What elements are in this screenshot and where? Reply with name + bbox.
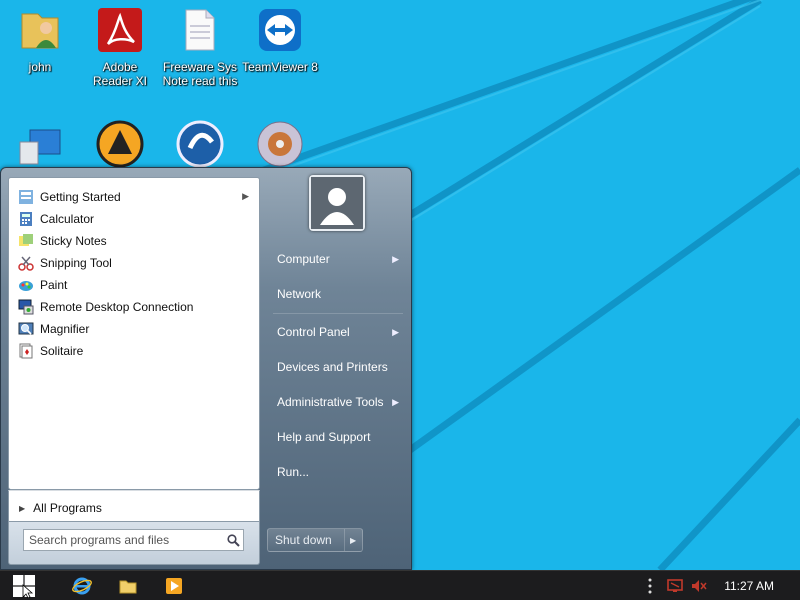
all-programs-area: ▶ All Programs (8, 490, 260, 522)
internet-explorer-icon (72, 577, 92, 595)
right-item-control-panel[interactable]: Control Panel ▶ (269, 317, 407, 347)
taskbar-file-explorer[interactable] (114, 574, 142, 598)
file-explorer-icon (119, 580, 137, 594)
disc-icon (257, 121, 303, 167)
volume-icon (692, 580, 707, 592)
right-item-computer[interactable]: Computer ▶ (269, 244, 407, 274)
calculator-icon (20, 212, 32, 226)
search-area (8, 522, 260, 565)
computer-icon (19, 129, 61, 165)
shutdown-button[interactable]: Shut down ▶ (267, 528, 363, 552)
search-box[interactable] (23, 529, 244, 551)
desktop-icon-label: TeamViewer 8 (242, 60, 318, 74)
desktop-icon-glary[interactable] (162, 120, 238, 168)
program-getting-started[interactable]: Getting Started ▶ (13, 186, 257, 208)
user-avatar[interactable] (309, 175, 365, 231)
taskbar-internet-explorer[interactable] (68, 574, 96, 598)
desktop-icon-label: john (28, 60, 52, 74)
program-label: Remote Desktop Connection (40, 300, 194, 314)
desktop: john Adobe Reader XI Freeware Sys Note r… (0, 0, 800, 570)
program-calculator[interactable]: Calculator (13, 208, 257, 230)
programs-list: Getting Started ▶ Calculator Sticky Note… (8, 177, 260, 490)
text-document-icon (185, 9, 215, 51)
program-label: Getting Started (40, 190, 121, 204)
search-icon[interactable] (223, 531, 243, 549)
user-folder-icon (21, 13, 59, 49)
program-label: Sticky Notes (40, 234, 107, 248)
right-item-label: Administrative Tools (277, 395, 384, 409)
adobe-reader-icon (98, 8, 142, 52)
program-magnifier[interactable]: Magnifier (13, 318, 257, 340)
desktop-icon-teamviewer[interactable]: TeamViewer 8 (242, 6, 318, 74)
getting-started-icon (19, 190, 33, 204)
overflow-dots-icon (648, 578, 652, 594)
right-item-label: Computer (277, 252, 330, 266)
right-item-label: Network (277, 287, 322, 301)
all-programs-label: All Programs (33, 501, 102, 515)
expand-arrow-icon: ▶ (19, 503, 26, 513)
right-item-label: Run... (277, 465, 310, 479)
desktop-icon-aimp[interactable] (82, 120, 158, 168)
tray-network[interactable] (664, 574, 686, 598)
program-paint[interactable]: Paint (13, 274, 257, 296)
program-sticky-notes[interactable]: Sticky Notes (13, 230, 257, 252)
magnifier-icon (18, 322, 34, 335)
menu-separator (273, 313, 403, 314)
desktop-icon-disc-burner[interactable] (242, 120, 318, 168)
program-label: Calculator (40, 212, 95, 226)
right-item-devices-printers[interactable]: Devices and Printers (269, 352, 407, 382)
shutdown-options-arrow-icon[interactable]: ▶ (344, 529, 356, 551)
desktop-icon-adobe-reader[interactable]: Adobe Reader XI (82, 6, 158, 88)
start-button[interactable] (6, 574, 42, 598)
submenu-arrow-icon: ▶ (392, 254, 399, 264)
tray-overflow[interactable] (642, 574, 658, 598)
right-item-admin-tools[interactable]: Administrative Tools ▶ (269, 387, 407, 417)
program-label: Paint (40, 278, 68, 292)
taskbar-clock[interactable]: 11:27 AM (724, 579, 774, 593)
start-menu: Getting Started ▶ Calculator Sticky Note… (0, 167, 412, 570)
desktop-icon-label: Freeware Sys Note read this (162, 60, 238, 88)
aimp-icon (96, 120, 144, 168)
right-item-label: Help and Support (277, 430, 371, 444)
right-item-help-support[interactable]: Help and Support (269, 422, 407, 452)
program-label: Snipping Tool (40, 256, 112, 270)
teamviewer-icon (259, 9, 301, 51)
submenu-arrow-icon: ▶ (392, 397, 399, 407)
right-item-network[interactable]: Network (269, 279, 407, 309)
remote-desktop-icon (18, 299, 34, 315)
desktop-icon-john[interactable]: john (2, 6, 78, 74)
desktop-icon-freeware-note[interactable]: Freeware Sys Note read this (162, 6, 238, 88)
taskbar: 11:27 AM (0, 570, 800, 600)
media-player-icon (166, 578, 182, 594)
submenu-arrow-icon: ▶ (392, 327, 399, 337)
paint-icon (19, 281, 33, 291)
user-silhouette-icon (311, 177, 363, 229)
right-item-label: Devices and Printers (277, 360, 388, 374)
snipping-tool-icon (18, 256, 34, 271)
network-icon (667, 579, 683, 592)
desktop-icon-label: Adobe Reader XI (92, 60, 148, 88)
search-input[interactable] (24, 531, 223, 549)
program-label: Magnifier (40, 322, 90, 336)
program-label: Solitaire (40, 344, 84, 358)
sticky-notes-icon (19, 234, 33, 246)
taskbar-media-player[interactable] (160, 574, 188, 598)
glary-utilities-icon (176, 120, 224, 168)
program-remote-desktop[interactable]: Remote Desktop Connection (13, 296, 257, 318)
windows-logo-icon (13, 575, 35, 598)
desktop-icon-computer[interactable] (2, 124, 78, 172)
right-item-label: Control Panel (277, 325, 350, 339)
program-snipping-tool[interactable]: Snipping Tool (13, 252, 257, 274)
program-solitaire[interactable]: Solitaire (13, 340, 257, 362)
right-item-run[interactable]: Run... (269, 457, 407, 487)
shutdown-label: Shut down (275, 533, 332, 547)
solitaire-icon (19, 343, 33, 359)
submenu-arrow-icon: ▶ (242, 191, 249, 201)
tray-volume[interactable] (688, 574, 710, 598)
all-programs-button[interactable]: ▶ All Programs (19, 499, 102, 517)
